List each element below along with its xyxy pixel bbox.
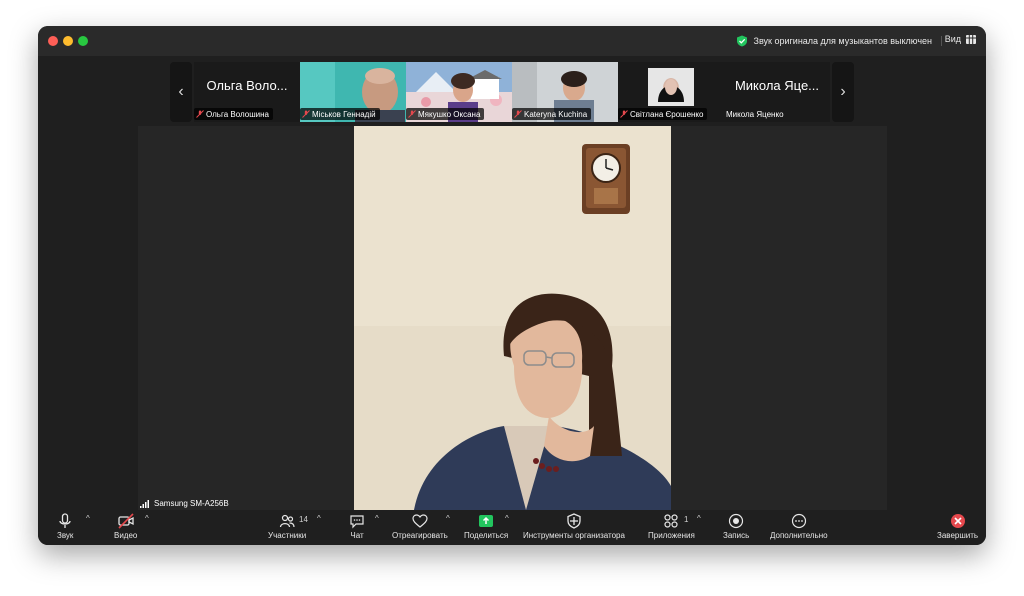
zoom-window-button[interactable] [78,36,88,46]
muted-mic-icon [302,110,310,118]
active-speaker-view: Samsung SM-A256B [138,126,887,510]
view-label: Вид [944,34,961,44]
react-label: Отреагировать [392,531,448,540]
participant-name: Мякушко Оксана [418,109,481,119]
signal-strength-icon [140,499,149,508]
share-screen-icon [479,515,494,527]
participant-name: Ольга Волошина [206,109,269,119]
next-page-button[interactable]: › [832,62,854,122]
more-button[interactable]: Дополнительно [770,513,828,540]
participant-name-label: Kateryna Kuchina [512,108,592,120]
share-label: Поделиться [464,531,509,540]
participant-tile[interactable]: Міськов Геннадій [300,62,406,122]
muted-mic-icon [196,110,204,118]
audio-options-caret[interactable]: ^ [86,514,90,523]
react-options-caret[interactable]: ^ [446,514,450,523]
participant-name-label: Ольга Волошина [194,108,273,120]
chevron-right-icon: › [840,83,846,100]
participant-tile[interactable]: Світлана Єрошенко [618,62,724,122]
apps-options-caret[interactable]: ^ [697,514,701,523]
participant-name: Міськов Геннадій [312,109,376,119]
original-sound-notice: Звук оригинала для музыкантов выключен [736,34,932,48]
apps-icon [664,514,679,528]
heart-icon [412,514,428,528]
view-button[interactable]: Вид [945,34,976,44]
chat-options-caret[interactable]: ^ [375,514,379,523]
prev-page-button[interactable]: ‹ [170,62,192,122]
active-speaker-video [354,126,671,510]
apps-label: Приложения [648,531,695,540]
participant-big-name: Микола Яце... [734,78,820,93]
more-icon [791,513,806,529]
meeting-toolbar: Звук ^ Видео ^ Участники 14 ^ Чат ^ Отре… [38,510,986,545]
end-meeting-icon [950,514,965,528]
participant-name-label: Світлана Єрошенко [618,108,708,120]
end-meeting-label: Завершить [937,531,979,540]
participant-strip: ‹ Ольга Воло... Ольга Волошина Міськов Г… [170,62,854,122]
muted-mic-icon [408,110,416,118]
more-label: Дополнительно [770,531,828,540]
end-meeting-button[interactable]: Завершить [937,513,978,540]
muted-mic-icon [514,110,522,118]
host-tools-label: Инструменты организатора [523,531,625,540]
chat-label: Чат [350,531,364,540]
participants-count: 14 [299,515,308,524]
video-button[interactable]: Видео [114,513,137,540]
participants-options-caret[interactable]: ^ [317,514,321,523]
participants-label: Участники [268,531,307,540]
record-button[interactable]: Запись [723,513,749,540]
apps-count: 1 [684,515,689,524]
share-button[interactable]: Поделиться [464,513,508,540]
share-options-caret[interactable]: ^ [505,514,509,523]
grid-view-icon [966,34,976,44]
shield-check-icon [736,35,747,47]
participant-name: Микола Яценко [726,109,784,119]
participant-name: Світлана Єрошенко [630,109,704,119]
participant-tile[interactable]: Ольга Воло... Ольга Волошина [194,62,300,122]
device-name: Samsung SM-A256B [154,499,229,508]
participants-icon [280,514,295,528]
zoom-window: Звук оригинала для музыкантов выключен В… [38,26,986,545]
chevron-left-icon: ‹ [178,83,184,100]
participant-tile[interactable]: Мякушко Оксана [406,62,512,122]
audio-label: Звук [57,531,74,540]
title-bar: Звук оригинала для музыкантов выключен В… [38,26,986,56]
chat-icon [350,515,364,529]
minimize-window-button[interactable] [63,36,73,46]
device-label: Samsung SM-A256B [140,499,229,508]
chat-button[interactable]: Чат [349,513,365,540]
audio-button[interactable]: Звук [57,513,73,540]
participant-name-label: Мякушко Оксана [406,108,485,120]
divider [941,36,942,46]
record-icon [729,513,744,529]
participant-tile[interactable]: Микола Яце... Микола Яценко [724,62,830,122]
participant-tile[interactable]: Kateryna Kuchina [512,62,618,122]
video-options-caret[interactable]: ^ [145,514,149,523]
participant-name-label: Микола Яценко [724,108,788,120]
record-label: Запись [723,531,750,540]
muted-mic-icon [620,110,628,118]
participant-name: Kateryna Kuchina [524,109,588,119]
shield-icon [567,513,581,529]
participant-big-name: Ольга Воло... [206,78,288,93]
participant-name-label: Міськов Геннадій [300,108,380,120]
speaker-video-frame [354,126,671,510]
video-off-icon [118,513,134,529]
close-window-button[interactable] [48,36,58,46]
host-tools-button[interactable]: Инструменты организатора [523,513,625,540]
original-sound-text: Звук оригинала для музыкантов выключен [753,36,932,46]
video-label: Видео [114,531,138,540]
microphone-icon [59,513,71,528]
react-button[interactable]: Отреагировать [392,513,448,540]
